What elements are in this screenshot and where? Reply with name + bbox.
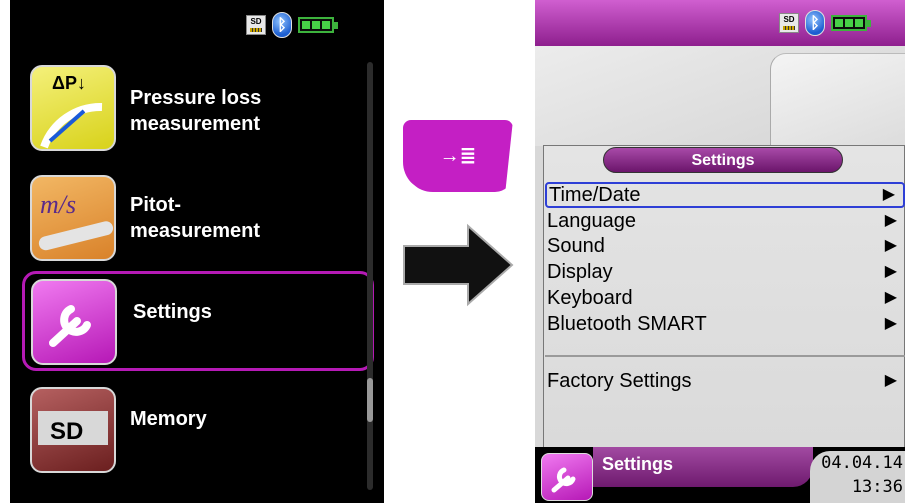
settings-item-label: Language xyxy=(547,210,636,232)
chevron-right-icon: ▶ xyxy=(884,212,897,229)
scrollbar-track[interactable] xyxy=(367,62,373,490)
menu-item-pressure-loss[interactable]: ΔP↓ Pressure loss measurement xyxy=(22,58,374,158)
sd-card-status-icon: SD xyxy=(246,15,266,35)
pressure-gauge-icon: ΔP↓ xyxy=(30,65,116,151)
menu-item-memory[interactable]: SD Memory xyxy=(22,380,374,480)
chevron-right-icon: ▶ xyxy=(884,315,897,332)
svg-text:SD: SD xyxy=(50,418,83,445)
left-device-screen: SD ᛒ ΔP↓ Pressure loss measurement m/s P… xyxy=(10,0,384,503)
right-device-screen: SD ᛒ Settings Time/Date ▶ Language ▶ Sou… xyxy=(535,0,905,503)
date-label: 04.04.14 xyxy=(821,453,903,473)
settings-item-label: Bluetooth SMART xyxy=(547,313,707,335)
arrow-right-icon xyxy=(398,220,518,315)
menu-label: Settings xyxy=(133,301,212,323)
settings-item-keyboard[interactable]: Keyboard ▶ xyxy=(545,285,905,311)
settings-item-time-date[interactable]: Time/Date ▶ xyxy=(545,182,905,208)
bluetooth-icon: ᛒ xyxy=(272,12,292,38)
chevron-right-icon: ▶ xyxy=(882,186,895,203)
sd-card-status-icon: SD xyxy=(779,13,799,33)
settings-item-label: Time/Date xyxy=(549,184,641,206)
svg-text:ΔP↓: ΔP↓ xyxy=(52,73,86,93)
time-label: 13:36 xyxy=(851,477,903,497)
battery-icon xyxy=(298,17,338,33)
bluetooth-icon: ᛒ xyxy=(805,10,825,36)
menu-key-button[interactable]: →≣ xyxy=(403,120,513,192)
divider xyxy=(545,355,905,357)
settings-item-label: Display xyxy=(547,261,613,283)
sd-card-icon: SD xyxy=(30,387,116,473)
settings-item-label: Keyboard xyxy=(547,287,633,309)
settings-item-sound[interactable]: Sound ▶ xyxy=(545,233,905,259)
battery-icon xyxy=(831,15,871,31)
menu-item-settings[interactable]: Settings xyxy=(22,271,374,371)
settings-item-display[interactable]: Display ▶ xyxy=(545,259,905,285)
menu-label: Memory xyxy=(130,408,207,430)
settings-item-label: Factory Settings xyxy=(547,370,692,392)
chevron-right-icon: ▶ xyxy=(884,372,897,389)
chevron-right-icon: ▶ xyxy=(884,263,897,280)
date-time-display: 04.04.14 13:36 xyxy=(810,451,905,503)
status-bar: SD ᛒ xyxy=(246,12,338,38)
wrench-icon xyxy=(31,279,117,365)
settings-item-bluetooth-smart[interactable]: Bluetooth SMART ▶ xyxy=(545,311,905,337)
panel-title: Settings xyxy=(603,147,843,173)
header-tab xyxy=(770,53,905,148)
settings-item-factory-settings[interactable]: Factory Settings ▶ xyxy=(545,368,905,394)
settings-item-label: Sound xyxy=(547,235,605,257)
settings-item-language[interactable]: Language ▶ xyxy=(545,208,905,234)
chevron-right-icon: ▶ xyxy=(884,289,897,306)
pitot-tube-icon: m/s xyxy=(30,175,116,261)
svg-text:m/s: m/s xyxy=(40,190,76,219)
chevron-right-icon: ▶ xyxy=(884,237,897,254)
menu-label: Pitot- measurement xyxy=(130,194,261,242)
status-icons: SD ᛒ xyxy=(779,10,871,36)
footer-title: Settings xyxy=(602,454,674,474)
menu-label: Pressure loss measurement xyxy=(130,87,262,135)
menu-item-pitot[interactable]: m/s Pitot- measurement xyxy=(22,168,374,268)
wrench-icon xyxy=(541,453,593,501)
scrollbar-thumb[interactable] xyxy=(367,378,373,422)
